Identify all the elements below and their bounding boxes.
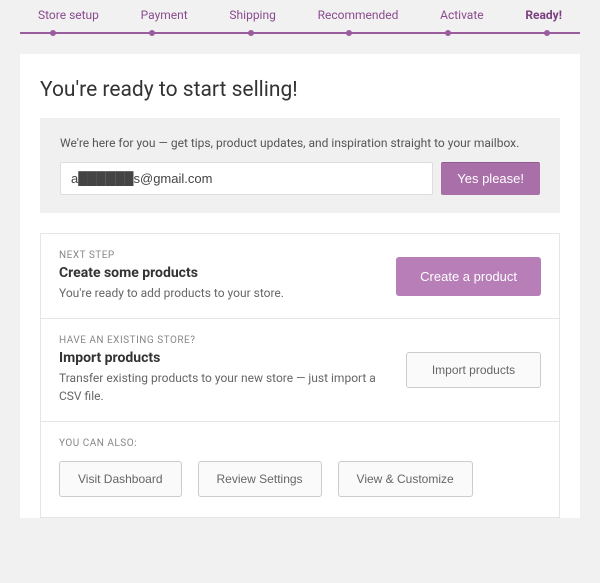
action-eyebrow: HAVE AN EXISTING STORE? [59,335,390,346]
action-list: NEXT STEP Create some products You're re… [40,233,560,518]
action-desc: Transfer existing products to your new s… [59,369,390,405]
also-eyebrow: YOU CAN ALSO: [59,438,541,449]
subscribe-box: We're here for you — get tips, product u… [40,118,560,213]
stepper-item-store-setup[interactable]: Store setup [38,8,99,32]
action-row-import-products: HAVE AN EXISTING STORE? Import products … [41,319,559,422]
stepper-dots [20,30,580,36]
stepper-item-shipping[interactable]: Shipping [229,8,275,32]
import-products-button[interactable]: Import products [406,352,541,388]
action-row-create-products: NEXT STEP Create some products You're re… [41,234,559,319]
stepper-progress-line [20,32,580,34]
action-title: Import products [59,350,390,366]
stepper-item-ready[interactable]: Ready! [525,8,562,32]
setup-stepper: Store setup Payment Shipping Recommended… [0,0,600,32]
visit-dashboard-button[interactable]: Visit Dashboard [59,461,182,497]
also-section: YOU CAN ALSO: Visit Dashboard Review Set… [41,422,559,517]
review-settings-button[interactable]: Review Settings [198,461,322,497]
stepper-item-recommended[interactable]: Recommended [318,8,399,32]
action-title: Create some products [59,265,380,281]
stepper-dot [544,30,550,36]
view-customize-button[interactable]: View & Customize [338,461,473,497]
stepper-dot [346,30,352,36]
stepper-item-payment[interactable]: Payment [141,8,188,32]
create-product-button[interactable]: Create a product [396,257,541,296]
main-card: You're ready to start selling! We're her… [20,54,580,518]
subscribe-button[interactable]: Yes please! [441,162,540,195]
email-field[interactable] [60,162,433,195]
stepper-dot [50,30,56,36]
action-eyebrow: NEXT STEP [59,250,380,261]
subscribe-text: We're here for you — get tips, product u… [60,136,540,150]
page-title: You're ready to start selling! [20,54,580,118]
stepper-dot [445,30,451,36]
stepper-item-activate[interactable]: Activate [440,8,484,32]
stepper-dot [149,30,155,36]
action-desc: You're ready to add products to your sto… [59,284,380,302]
stepper-dot [248,30,254,36]
